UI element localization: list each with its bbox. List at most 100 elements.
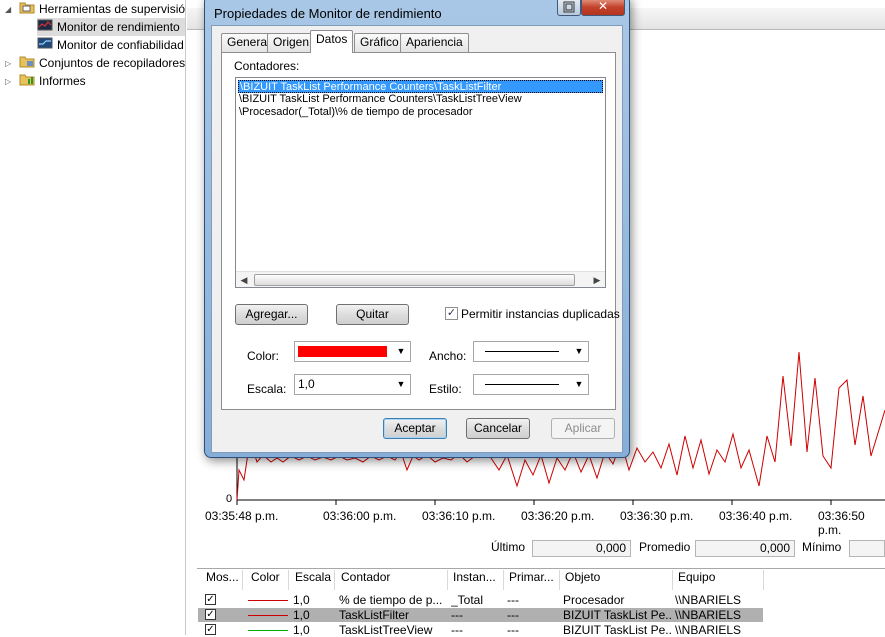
properties-dialog: Propiedades de Monitor de rendimiento ✕ …	[204, 0, 630, 458]
legend-color-line	[248, 615, 288, 616]
collapse-arrow-icon[interactable]: ◢	[5, 5, 14, 14]
column-separator	[672, 570, 673, 590]
dropdown-arrow-icon: ▼	[574, 379, 584, 389]
legend-instance: _Total	[451, 593, 484, 607]
column-header-scale[interactable]: Escala	[295, 570, 331, 584]
x-tick-label: 03:36:40 p.m.	[719, 509, 793, 523]
scroll-thumb[interactable]	[254, 274, 575, 286]
tab-appearance[interactable]: Apariencia	[400, 33, 469, 52]
legend-row[interactable]: ✓ 1,0 % de tiempo de p... _Total --- Pro…	[198, 593, 763, 607]
legend-object: BIZUIT TaskList Pe...	[563, 608, 671, 622]
help-button[interactable]	[557, 0, 581, 16]
add-counter-button[interactable]: Agregar...	[235, 304, 308, 325]
column-separator	[503, 570, 504, 590]
legend-row-selected[interactable]: ✓ 1,0 TaskListFilter --- --- BIZUIT Task…	[198, 608, 763, 622]
expand-arrow-icon[interactable]: ▷	[5, 59, 14, 68]
remove-counter-button[interactable]: Quitar	[336, 304, 409, 325]
column-header-parent[interactable]: Primar...	[509, 570, 554, 584]
x-tick-label: 03:36:30 p.m.	[620, 509, 694, 523]
dialog-client-area: General Origen Datos Gráfico Apariencia …	[211, 25, 623, 453]
folder-icon	[19, 0, 35, 19]
color-dropdown[interactable]: ▼	[294, 341, 411, 362]
tree-item-data-collector-sets-label: Conjuntos de recopiladores de datos	[39, 56, 186, 70]
legend-scale: 1,0	[293, 593, 310, 607]
column-header-color[interactable]: Color	[251, 570, 280, 584]
tab-source[interactable]: Origen	[267, 33, 316, 52]
ok-button[interactable]: Aceptar	[383, 418, 447, 439]
color-swatch	[298, 346, 387, 357]
cancel-button[interactable]: Cancelar	[466, 418, 530, 439]
help-icon	[563, 0, 575, 13]
line-style-sample	[485, 384, 559, 385]
legend-computer: \\NBARIELS	[675, 608, 742, 622]
x-tick-label: 03:36:50 p.m.	[818, 509, 865, 537]
tab-graph[interactable]: Gráfico	[354, 33, 405, 52]
data-tab-panel: Contadores: \BIZUIT TaskList Performance…	[221, 52, 620, 410]
dropdown-arrow-icon: ▼	[574, 346, 584, 356]
legend-counter: TaskListFilter	[339, 608, 410, 622]
counter-list-item[interactable]: \BIZUIT TaskList Performance Counters\Ta…	[238, 93, 603, 106]
horizontal-scrollbar[interactable]: ◀ ▶	[236, 271, 605, 287]
scale-value: 1,0	[298, 377, 315, 391]
show-checkbox[interactable]: ✓	[205, 624, 216, 635]
column-separator	[559, 570, 560, 590]
close-icon: ✕	[597, 0, 609, 13]
scroll-left-icon[interactable]: ◀	[236, 272, 252, 287]
column-separator	[447, 570, 448, 590]
style-label: Estilo:	[429, 382, 462, 396]
counter-list-item[interactable]: \Procesador(_Total)\% de tiempo de proce…	[238, 106, 603, 119]
style-dropdown[interactable]: ▼	[473, 374, 589, 395]
counters-label: Contadores:	[234, 59, 300, 73]
legend-computer: \\NBARIELS	[675, 593, 742, 607]
width-dropdown[interactable]: ▼	[473, 341, 589, 362]
dropdown-arrow-icon: ▼	[396, 346, 406, 356]
legend-color-line	[248, 630, 288, 631]
average-label: Promedio	[639, 540, 691, 554]
legend-parent: ---	[507, 608, 519, 622]
column-separator	[288, 570, 289, 590]
tab-data[interactable]: Datos	[310, 30, 354, 53]
reports-folder-icon	[19, 72, 35, 91]
tree-item-reports[interactable]: Informes	[19, 72, 86, 90]
tree-item-performance-monitor[interactable]: Monitor de rendimiento	[37, 18, 185, 37]
x-tick-label: 03:36:00 p.m.	[323, 509, 397, 523]
column-separator	[763, 570, 764, 590]
show-checkbox[interactable]: ✓	[205, 594, 216, 605]
column-header-counter[interactable]: Contador	[341, 570, 390, 584]
tree-item-data-collector-sets[interactable]: Conjuntos de recopiladores de datos	[19, 54, 186, 73]
last-value: 0,000	[532, 540, 631, 557]
average-value: 0,000	[695, 540, 795, 557]
expand-arrow-icon[interactable]: ▷	[5, 77, 14, 86]
folder-icon	[19, 54, 35, 73]
scale-dropdown[interactable]: 1,0 ▼	[294, 374, 411, 395]
column-header-show[interactable]: Mos...	[206, 570, 239, 584]
column-header-object[interactable]: Objeto	[565, 570, 600, 584]
legend-color-line	[248, 600, 288, 601]
reliability-chart-icon	[37, 36, 53, 55]
counters-listbox[interactable]: \BIZUIT TaskList Performance Counters\Ta…	[235, 77, 606, 288]
apply-button[interactable]: Aplicar	[551, 418, 615, 439]
dropdown-arrow-icon: ▼	[396, 379, 406, 389]
navigation-tree: ◢ Herramientas de supervisión Monitor de…	[0, 0, 186, 635]
tree-item-reliability-monitor-label: Monitor de confiabilidad	[57, 38, 184, 52]
legend-scale: 1,0	[293, 608, 310, 622]
legend-instance: ---	[451, 608, 463, 622]
monitor-chart-icon	[37, 18, 53, 37]
x-tick-marks	[236, 500, 832, 505]
column-separator	[242, 570, 243, 590]
last-label: Último	[491, 540, 526, 554]
allow-duplicates-checkbox[interactable]: ✓	[445, 307, 458, 320]
allow-duplicates-label: Permitir instancias duplicadas	[461, 307, 620, 321]
show-checkbox[interactable]: ✓	[205, 609, 216, 620]
close-button[interactable]: ✕	[581, 0, 625, 16]
minimum-label: Mínimo	[802, 540, 842, 554]
tree-item-reliability-monitor[interactable]: Monitor de confiabilidad	[37, 36, 184, 54]
scroll-right-icon[interactable]: ▶	[589, 272, 605, 287]
tree-item-performance-monitor-label: Monitor de rendimiento	[57, 20, 180, 34]
column-header-instance[interactable]: Instan...	[453, 570, 496, 584]
line-width-sample	[485, 351, 559, 352]
x-tick-label: 03:36:10 p.m.	[422, 509, 496, 523]
counter-list-item[interactable]: \BIZUIT TaskList Performance Counters\Ta…	[238, 80, 603, 93]
tree-item-tools[interactable]: Herramientas de supervisión	[19, 0, 185, 19]
column-header-computer[interactable]: Equipo	[678, 570, 715, 584]
